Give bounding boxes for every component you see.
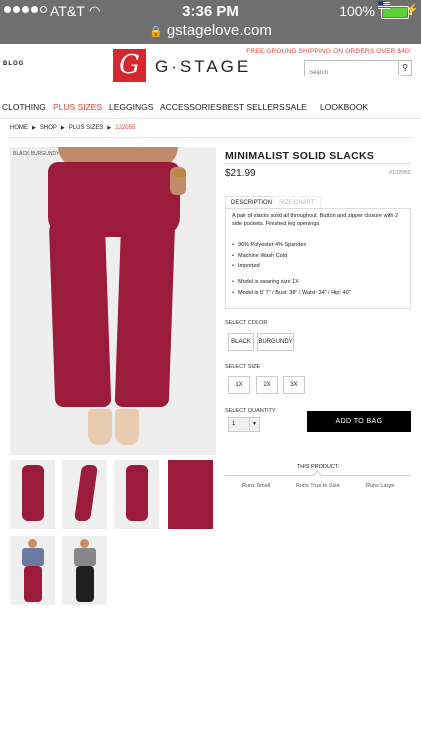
breadcrumb-home[interactable]: HOME [10, 125, 28, 131]
color-option-burgundy[interactable]: BURGUNDY [257, 333, 294, 351]
product-price: $21.99 [225, 168, 256, 179]
pants-leg-left [48, 217, 112, 407]
breadcrumb-shop[interactable]: SHOP [40, 125, 57, 131]
size-option-2x[interactable]: 2X [256, 376, 278, 394]
blog-label: BLOG [3, 61, 25, 67]
battery-percent: 100% [339, 3, 375, 19]
shipping-banner: FREE GROUND SHIPPING ON ORDERS OVER $40! [246, 48, 411, 55]
charging-icon: ⚡ [405, 4, 419, 16]
browser-chrome: AT&T ◠ 3:36 PM 100% ⚡ 🔒 gstagelove.com [0, 0, 421, 44]
fit-title: THIS PRODUCT: [296, 464, 340, 470]
nav-item-sale[interactable]: SALE [285, 102, 307, 112]
title-divider [225, 163, 411, 164]
product-thumbnail-2[interactable] [62, 460, 107, 529]
description-panel: A pair of slacks solid all throughout. B… [225, 208, 411, 309]
feature-item: 96% Polyester 4% Spandex [232, 242, 306, 250]
nav-item-lookbook[interactable]: LOOKBOOK [320, 102, 368, 112]
breadcrumb-divider [8, 137, 413, 138]
shoe-right [115, 409, 139, 445]
select-quantity-label: SELECT QUANTITY [225, 408, 276, 414]
blog-link[interactable]: BLOG [3, 61, 23, 68]
search-box: ⚲ [304, 60, 412, 79]
nav-item-accessories[interactable]: ACCESSORIES [160, 102, 221, 112]
lock-icon: 🔒 [149, 26, 163, 38]
product-main-image[interactable]: BLACK BURGUNDY [10, 147, 216, 455]
nav-item-clothing[interactable]: CLOTHING [2, 102, 46, 112]
chevron-right-icon: ▶ [32, 125, 36, 131]
color-swatch-badge: BLACK BURGUNDY [13, 151, 60, 157]
select-color-label: SELECT COLOR [225, 320, 268, 326]
shoe-left [88, 409, 112, 445]
breadcrumb-plus-sizes[interactable]: PLUS SIZES [69, 125, 104, 131]
description-text: A pair of slacks solid all throughout. B… [232, 213, 399, 227]
breadcrumb: HOME ▶ SHOP ▶ PLUS SIZES ▶ 122055 [10, 125, 135, 131]
model-info-item: Model is 5' 7" / Bust: 38" / Waist: 34" … [232, 290, 351, 298]
fit-option-true[interactable]: Runs True to Size [296, 483, 340, 489]
product-thumbnail-3[interactable] [114, 460, 159, 529]
product-title: MINIMALIST SOLID SLACKS [225, 150, 375, 162]
chevron-right-icon: ▶ [107, 125, 112, 131]
model-info-item: Model is wearing size 1X [232, 279, 351, 287]
pants-leg-right [114, 217, 176, 407]
nav-item-leggings[interactable]: LEGGINGS [109, 102, 153, 112]
quantity-select[interactable]: 1 ▼ [228, 417, 260, 432]
feature-list: 96% Polyester 4% Spandex Machine Wash Co… [232, 242, 306, 274]
address-bar[interactable]: 🔒 gstagelove.com [0, 22, 421, 39]
nav-item-plus-sizes[interactable]: PLUS SIZES [53, 102, 102, 112]
model-info-list: Model is wearing size 1X Model is 5' 7" … [232, 279, 351, 300]
breadcrumb-current: 122055 [115, 125, 136, 131]
product-thumbnail-1[interactable] [10, 460, 55, 529]
chevron-right-icon: ▶ [60, 125, 65, 131]
product-thumbnail-6[interactable] [62, 536, 107, 605]
feature-item: Machine Wash Cold [232, 253, 306, 261]
search-icon[interactable]: ⚲ [398, 61, 411, 75]
product-sku: #122055 [389, 170, 411, 176]
size-option-3x[interactable]: 3X [283, 376, 305, 394]
nav-divider [0, 118, 421, 119]
feature-item: Imported [232, 263, 306, 271]
quantity-value: 1 [232, 421, 236, 427]
bracelet-shape [174, 169, 186, 177]
logo-text[interactable]: G·STAGE [155, 57, 251, 77]
fit-option-small[interactable]: Runs Small [242, 483, 270, 489]
nav-item-best-sellers[interactable]: BEST SELLERS [222, 102, 285, 112]
add-to-bag-button[interactable]: ADD TO BAG [307, 411, 411, 432]
logo-mark[interactable]: G [113, 49, 146, 82]
site-header: BLOG G G·STAGE FREE GROUND SHIPPING ON O… [0, 44, 421, 94]
status-bar: AT&T ◠ 3:36 PM 100% ⚡ [0, 0, 421, 22]
fit-indicator-icon [312, 470, 323, 481]
color-option-black[interactable]: BLACK [228, 333, 254, 351]
search-input[interactable] [305, 67, 401, 79]
us-flag-icon[interactable] [378, 1, 390, 9]
select-size-label: SELECT SIZE [225, 364, 261, 370]
product-thumbnail-4[interactable] [168, 460, 213, 529]
chevron-down-icon: ▼ [249, 418, 259, 431]
main-nav: CLOTHING PLUS SIZES LEGGINGS ACCESSORIES… [0, 102, 421, 114]
size-option-1x[interactable]: 1X [228, 376, 250, 394]
fit-option-large[interactable]: Runs Large [366, 483, 394, 489]
product-thumbnail-5[interactable] [10, 536, 55, 605]
url-text: gstagelove.com [166, 22, 272, 39]
